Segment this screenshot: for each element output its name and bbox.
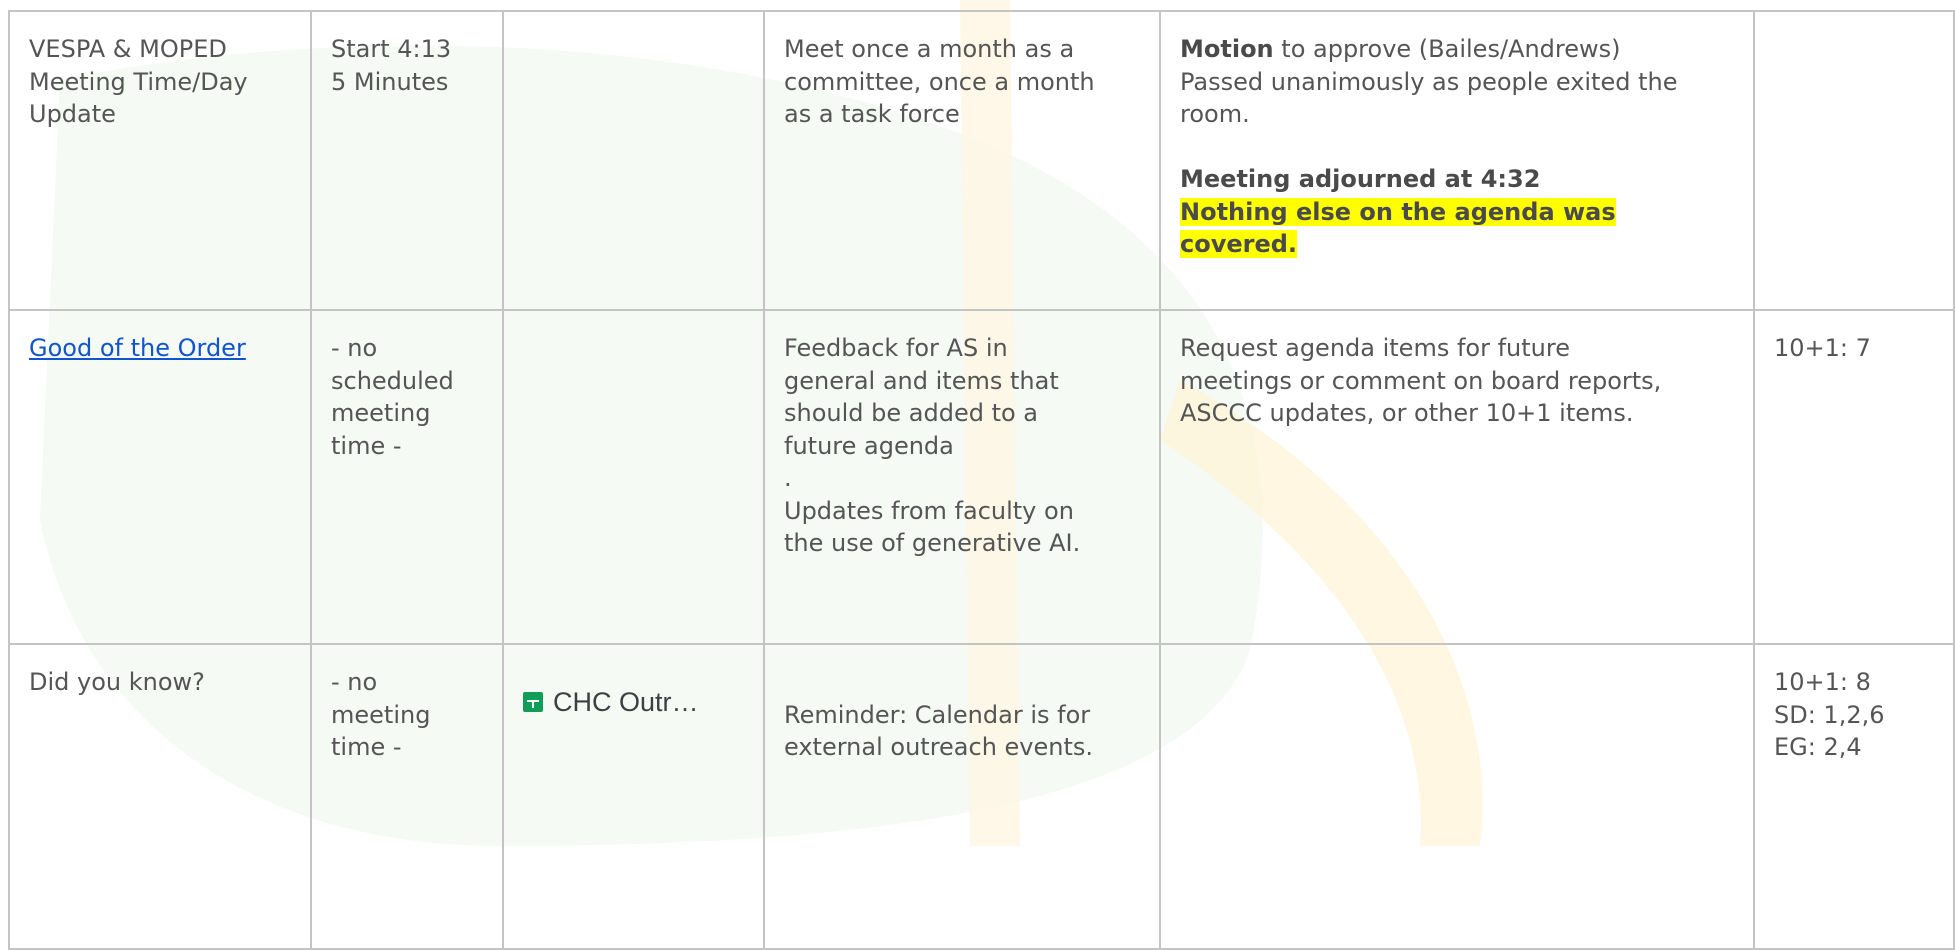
description-line: external outreach events. (784, 733, 1094, 761)
highlighted-note: Nothing else on the agenda was (1180, 197, 1616, 226)
description-line: future agenda (784, 431, 954, 460)
alignment-line: 10+1: 7 (1774, 334, 1871, 362)
google-sheets-icon (523, 692, 543, 713)
description-line: as a task force (784, 100, 960, 128)
time-line: meeting (331, 700, 431, 729)
description-cell: Feedback for AS in general and items tha… (763, 309, 1161, 645)
motion-result-line: room. (1180, 100, 1250, 128)
chip-label: CHC Outr… (553, 687, 699, 717)
motion-label: Motion (1180, 35, 1274, 63)
topic-cell: Did you know? (8, 643, 312, 950)
description-line: Meet once a month as a (784, 35, 1075, 63)
link-cell (502, 309, 765, 645)
topic-line: Did you know? (29, 668, 205, 696)
notes-cell (1159, 643, 1755, 950)
time-line: - no (331, 334, 378, 362)
link-cell: CHC Outr… (502, 643, 765, 950)
time-line: scheduled (331, 366, 454, 395)
description-line: . (784, 464, 792, 492)
adjourned-line: Meeting adjourned at 4:32 (1180, 165, 1541, 193)
notes-cell: Request agenda items for future meetings… (1159, 309, 1755, 645)
time-cell: Start 4:13 5 Minutes (310, 10, 504, 311)
alignment-cell: 10+1: 8 SD: 1,2,6 EG: 2,4 (1753, 643, 1955, 950)
description-line: Feedback for AS in (784, 334, 1008, 362)
description-cell: Meet once a month as a committee, once a… (763, 10, 1161, 311)
time-cell: - no scheduled meeting time - (310, 309, 504, 645)
description-line: Reminder: Calendar is for (784, 700, 1091, 729)
notes-cell: Motion to approve (Bailes/Andrews) Passe… (1159, 10, 1755, 311)
link-cell (502, 10, 765, 311)
topic-line: VESPA & MOPED (29, 35, 227, 63)
notes-line: Request agenda items for future (1180, 334, 1570, 362)
motion-text: to approve (Bailes/Andrews) (1273, 35, 1621, 63)
description-cell: Reminder: Calendar is for external outre… (763, 643, 1161, 950)
motion-line: Motion to approve (Bailes/Andrews) (1180, 33, 1736, 66)
alignment-cell (1753, 10, 1955, 311)
description-line: general and items that (784, 366, 1059, 395)
alignment-line: 10+1: 8 (1774, 668, 1871, 696)
topic-line: Update (29, 100, 116, 128)
highlighted-note: covered. (1180, 230, 1298, 258)
description-line: committee, once a month (784, 67, 1095, 96)
description-line: should be added to a (784, 399, 1039, 427)
alignment-line: SD: 1,2,6 (1774, 700, 1885, 729)
time-line: time - (331, 733, 402, 761)
time-line: 5 Minutes (331, 67, 449, 96)
sheets-file-chip[interactable]: CHC Outr… (523, 686, 699, 719)
time-line: Start 4:13 (331, 35, 452, 63)
time-line: meeting (331, 399, 431, 427)
topic-line: Meeting Time/Day (29, 67, 248, 96)
description-line: the use of generative AI. (784, 529, 1081, 557)
good-of-the-order-link[interactable]: Good of the Order (29, 332, 293, 365)
table-row: Good of the Order - no scheduled meeting… (8, 309, 1955, 645)
time-cell: - no meeting time - (310, 643, 504, 950)
table-row: Did you know? - no meeting time - CHC Ou… (8, 643, 1955, 950)
alignment-cell: 10+1: 7 (1753, 309, 1955, 645)
alignment-line: EG: 2,4 (1774, 733, 1862, 761)
topic-cell: Good of the Order (8, 309, 312, 645)
description-line: Updates from faculty on (784, 496, 1074, 525)
motion-result-line: Passed unanimously as people exited the (1180, 67, 1678, 96)
time-line: - no (331, 668, 378, 696)
topic-cell: VESPA & MOPED Meeting Time/Day Update (8, 10, 312, 311)
table-row: VESPA & MOPED Meeting Time/Day Update St… (8, 10, 1955, 311)
agenda-table: VESPA & MOPED Meeting Time/Day Update St… (8, 10, 1955, 950)
notes-line: meetings or comment on board reports, (1180, 366, 1662, 395)
time-line: time - (331, 431, 402, 460)
notes-line: ASCCC updates, or other 10+1 items. (1180, 399, 1634, 427)
